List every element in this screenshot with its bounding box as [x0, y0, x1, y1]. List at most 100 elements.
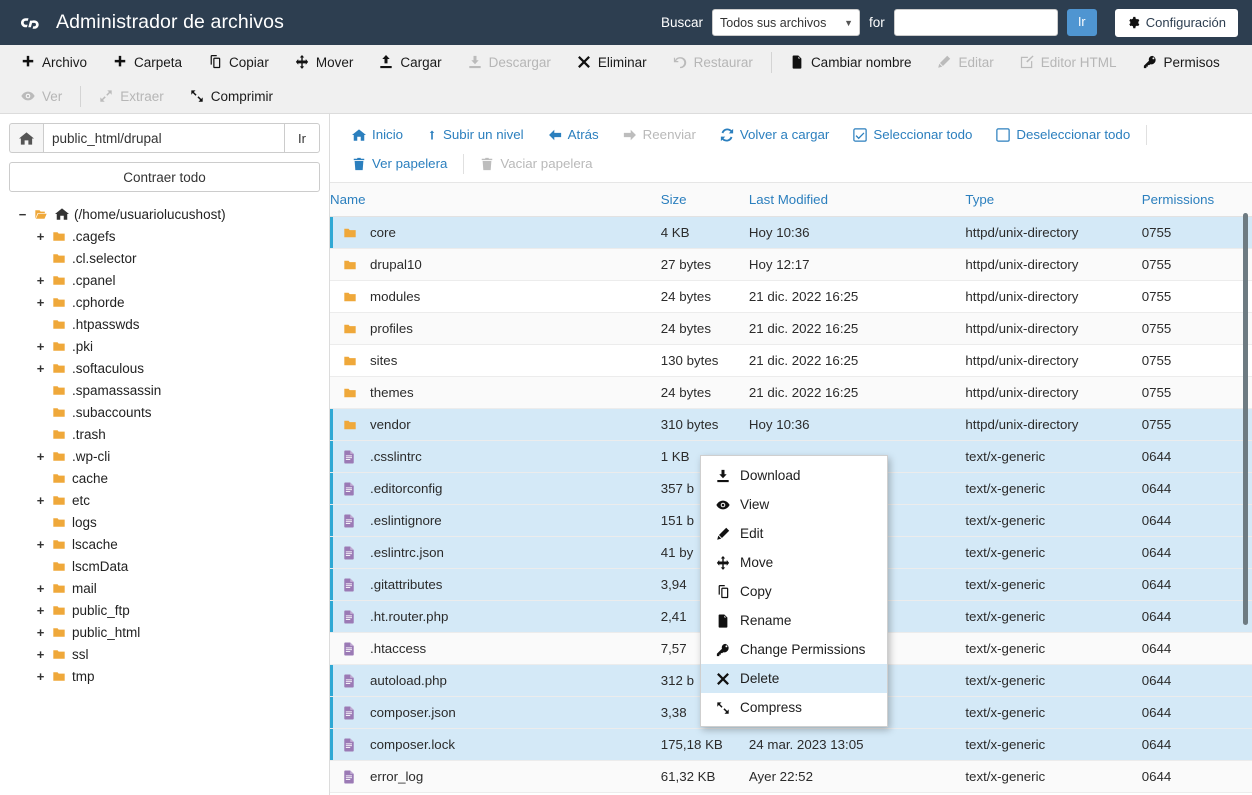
table-scrollbar[interactable] — [1241, 213, 1250, 795]
tree-item-ssl[interactable]: + ssl — [9, 643, 320, 665]
context-menu-item-edit[interactable]: Edit — [701, 519, 887, 548]
tree-toggle-icon[interactable]: + — [35, 296, 46, 309]
tree-item-tmp[interactable]: + tmp — [9, 665, 320, 687]
table-row[interactable]: error_log 61,32 KB Ayer 22:52 text/x-generi… — [330, 760, 1252, 793]
action-subir-un-nivel-link[interactable]: Subir un nivel — [415, 123, 536, 147]
table-row[interactable]: themes 24 bytes 21 dic. 2022 16:25 httpd/un… — [330, 376, 1252, 409]
tree-item-lscache[interactable]: + lscache — [9, 533, 320, 555]
tree-item-trash[interactable]: +.trash — [9, 423, 320, 445]
tree-item-cpanel[interactable]: + .cpanel — [9, 269, 320, 291]
context-menu-item-download[interactable]: Download — [701, 461, 887, 490]
search-scope-select[interactable]: Todos sus archivos — [712, 9, 861, 36]
cell-name[interactable]: vendor — [330, 408, 661, 441]
path-go-button[interactable]: Ir — [284, 123, 320, 153]
table-row[interactable]: profiles 24 bytes 21 dic. 2022 16:25 httpd/… — [330, 312, 1252, 345]
table-row[interactable]: drupal10 27 bytes Hoy 12:17 httpd/unix-dire… — [330, 248, 1252, 281]
tree-item-cphorde[interactable]: + .cphorde — [9, 291, 320, 313]
cell-name[interactable]: .gitattributes — [330, 568, 661, 601]
tree-toggle-icon[interactable]: + — [35, 582, 46, 595]
tree-toggle-icon[interactable]: + — [35, 626, 46, 639]
table-row[interactable]: core 4 KB Hoy 10:36 httpd/unix-directory 075… — [330, 216, 1252, 249]
toolbar-mover-button[interactable]: Mover — [282, 48, 367, 76]
toolbar-carpeta-button[interactable]: Carpeta — [100, 48, 195, 76]
tree-toggle-icon[interactable]: + — [35, 670, 46, 683]
tree-toggle-icon[interactable]: + — [35, 604, 46, 617]
context-menu-item-rename[interactable]: Rename — [701, 606, 887, 635]
tree-item-home-usuariolucushost[interactable]: − (/home/usuariolucushost) — [9, 203, 320, 225]
tree-item-public-ftp[interactable]: + public_ftp — [9, 599, 320, 621]
action-inicio-link[interactable]: Inicio — [340, 123, 415, 147]
toolbar-archivo-button[interactable]: Archivo — [8, 48, 100, 76]
toolbar-cambiar-nombre-button[interactable]: Cambiar nombre — [777, 48, 925, 76]
tree-item-subaccounts[interactable]: +.subaccounts — [9, 401, 320, 423]
cell-name[interactable]: .eslintignore — [330, 504, 661, 537]
tree-item-cache[interactable]: +cache — [9, 467, 320, 489]
action-seleccionar-todo-link[interactable]: Seleccionar todo — [841, 123, 984, 147]
cell-name[interactable]: composer.lock — [330, 728, 661, 761]
tree-toggle-icon[interactable]: + — [35, 340, 46, 353]
table-row[interactable]: composer.lock 175,18 KB 24 mar. 2023 13:05… — [330, 728, 1252, 761]
scrollbar-thumb[interactable] — [1243, 213, 1248, 625]
cell-name[interactable]: core — [330, 216, 661, 249]
cell-name[interactable]: error_log — [330, 760, 661, 793]
search-input[interactable] — [893, 9, 1058, 36]
action-ver-papelera-link[interactable]: Ver papelera — [340, 152, 459, 176]
action-atr-s-link[interactable]: Atrás — [536, 123, 611, 147]
context-menu-item-view[interactable]: View — [701, 490, 887, 519]
tree-item-mail[interactable]: + mail — [9, 577, 320, 599]
table-row[interactable]: sites 130 bytes 21 dic. 2022 16:25 httpd/un… — [330, 344, 1252, 377]
tree-toggle-icon[interactable]: + — [35, 494, 46, 507]
toolbar-eliminar-button[interactable]: Eliminar — [564, 48, 660, 76]
toolbar-copiar-button[interactable]: Copiar — [195, 48, 282, 76]
column-header-last-modified[interactable]: Last Modified — [748, 183, 966, 217]
tree-item-cl-selector[interactable]: +.cl.selector — [9, 247, 320, 269]
column-header-type[interactable]: Type — [965, 183, 1142, 217]
tree-item-lscmdata[interactable]: +lscmData — [9, 555, 320, 577]
collapse-all-button[interactable]: Contraer todo — [9, 162, 320, 192]
search-go-button[interactable]: Ir — [1066, 9, 1097, 36]
tree-toggle-icon[interactable]: + — [35, 450, 46, 463]
tree-item-cagefs[interactable]: + .cagefs — [9, 225, 320, 247]
tree-item-pki[interactable]: + .pki — [9, 335, 320, 357]
tree-item-htpasswds[interactable]: +.htpasswds — [9, 313, 320, 335]
tree-toggle-icon[interactable]: − — [17, 208, 28, 221]
tree-toggle-icon[interactable]: + — [35, 362, 46, 375]
context-menu-item-delete[interactable]: Delete — [701, 664, 887, 693]
tree-item-spamassassin[interactable]: +.spamassassin — [9, 379, 320, 401]
column-header-name[interactable]: Name — [330, 183, 661, 217]
tree-item-logs[interactable]: +logs — [9, 511, 320, 533]
action-deseleccionar-todo-link[interactable]: Deseleccionar todo — [984, 123, 1142, 147]
column-header-size[interactable]: Size — [660, 183, 749, 217]
tree-item-public-html[interactable]: + public_html — [9, 621, 320, 643]
cell-name[interactable]: composer.json — [330, 696, 661, 729]
toolbar-cargar-button[interactable]: Cargar — [366, 48, 454, 76]
cell-name[interactable]: .editorconfig — [330, 472, 661, 505]
cell-name[interactable]: drupal10 — [330, 248, 661, 281]
settings-button[interactable]: Configuración — [1114, 8, 1238, 37]
context-menu-item-compress[interactable]: Compress — [701, 693, 887, 722]
toolbar-permisos-button[interactable]: Permisos — [1130, 48, 1233, 76]
tree-toggle-icon[interactable]: + — [35, 274, 46, 287]
tree-toggle-icon[interactable]: + — [35, 648, 46, 661]
cell-name[interactable]: .csslintrc — [330, 440, 661, 473]
tree-toggle-icon[interactable]: + — [35, 230, 46, 243]
toolbar-comprimir-button[interactable]: Comprimir — [177, 82, 286, 110]
tree-item-wp-cli[interactable]: + .wp-cli — [9, 445, 320, 467]
path-input[interactable] — [43, 123, 284, 153]
path-home-icon[interactable] — [9, 123, 43, 153]
cell-name[interactable]: autoload.php — [330, 664, 661, 697]
cell-name[interactable]: .ht.router.php — [330, 600, 661, 633]
cell-name[interactable]: .eslintrc.json — [330, 536, 661, 569]
column-header-permissions[interactable]: Permissions — [1141, 183, 1252, 217]
table-row[interactable]: modules 24 bytes 21 dic. 2022 16:25 httpd/u… — [330, 280, 1252, 313]
context-menu-item-copy[interactable]: Copy — [701, 577, 887, 606]
context-menu-item-move[interactable]: Move — [701, 548, 887, 577]
cell-name[interactable]: profiles — [330, 312, 661, 345]
context-menu-item-change-permissions[interactable]: Change Permissions — [701, 635, 887, 664]
cell-name[interactable]: themes — [330, 376, 661, 409]
tree-toggle-icon[interactable]: + — [35, 538, 46, 551]
tree-item-etc[interactable]: + etc — [9, 489, 320, 511]
action-volver-a-cargar-link[interactable]: Volver a cargar — [708, 123, 841, 147]
cell-name[interactable]: modules — [330, 280, 661, 313]
table-row[interactable]: vendor 310 bytes Hoy 10:36 httpd/unix-direc… — [330, 408, 1252, 441]
